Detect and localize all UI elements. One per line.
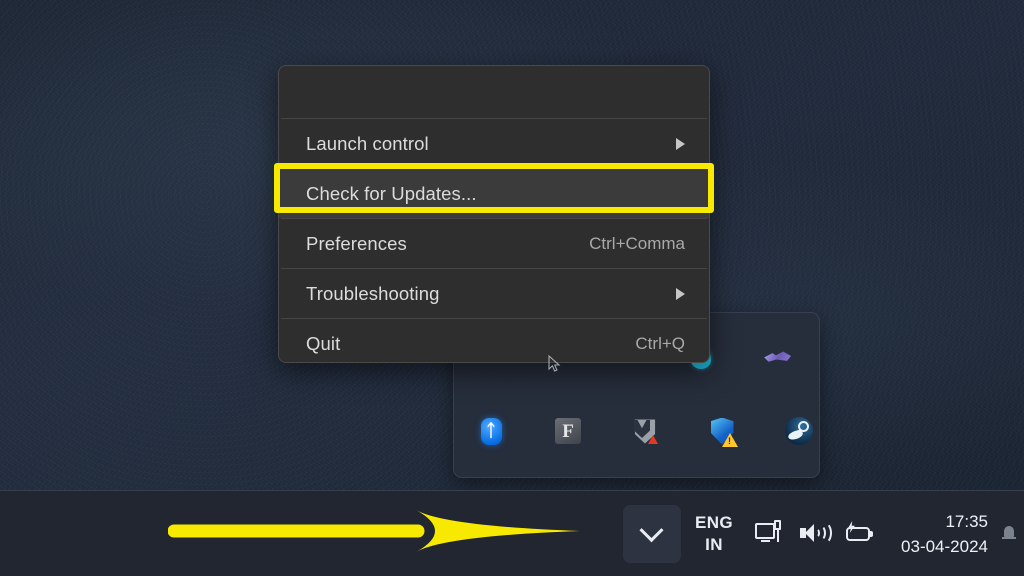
mouse-cursor-icon bbox=[548, 355, 561, 372]
context-menu-header bbox=[279, 66, 709, 118]
chevron-right-icon bbox=[676, 287, 685, 300]
fancontrol-f-icon: F bbox=[555, 418, 581, 444]
screen: ᛏ F Launch cont bbox=[0, 0, 1024, 576]
chevron-down-icon bbox=[639, 517, 665, 542]
clock-date: 03-04-2024 bbox=[901, 537, 988, 556]
menu-item-quit[interactable]: Quit Ctrl+Q bbox=[279, 319, 709, 362]
chevron-right-icon bbox=[676, 137, 685, 150]
taskbar-status-icons bbox=[755, 520, 875, 548]
menu-item-label: Preferences bbox=[306, 232, 407, 254]
menu-item-label: Quit bbox=[306, 332, 341, 354]
bell-base-shape bbox=[1002, 537, 1016, 540]
steam-icon bbox=[785, 417, 813, 445]
network-icon[interactable] bbox=[755, 520, 785, 548]
language-line-1: ENG bbox=[694, 513, 734, 532]
menu-item-launch-control[interactable]: Launch control bbox=[279, 119, 709, 168]
menu-item-check-for-updates[interactable]: Check for Updates... bbox=[279, 169, 709, 218]
volume-icon[interactable] bbox=[800, 520, 833, 548]
fancontrol-tray-icon[interactable]: F bbox=[553, 416, 583, 446]
menu-item-preferences[interactable]: Preferences Ctrl+Comma bbox=[279, 219, 709, 268]
bluetooth-icon: ᛏ bbox=[480, 417, 502, 445]
show-hidden-icons-button[interactable] bbox=[622, 505, 681, 563]
bell-body-shape bbox=[1004, 526, 1014, 537]
windows-security-tray-icon[interactable] bbox=[707, 416, 738, 447]
battery-body-shape bbox=[846, 527, 871, 541]
clock-time: 17:35 bbox=[945, 512, 988, 531]
monitor-shape bbox=[755, 523, 776, 539]
purple-blob-icon bbox=[764, 351, 791, 362]
menu-item-label: Check for Updates... bbox=[306, 182, 477, 204]
clock[interactable]: 17:35 03-04-2024 bbox=[901, 509, 988, 559]
menu-item-label: Troubleshooting bbox=[306, 282, 440, 304]
steam-icon-ring bbox=[798, 421, 809, 432]
purple-tray-icon[interactable] bbox=[762, 342, 792, 372]
tray-flyout-row-bottom: ᛏ F bbox=[454, 401, 821, 461]
menu-item-shortcut: Ctrl+Comma bbox=[589, 233, 685, 253]
sound-wave-3 bbox=[817, 522, 833, 544]
menu-item-troubleshooting[interactable]: Troubleshooting bbox=[279, 269, 709, 318]
ethernet-cable-shape bbox=[776, 530, 779, 542]
taskbar-system-tray: ENG IN 17:35 03-04-2024 bbox=[622, 491, 1024, 576]
tray-app-context-menu[interactable]: Launch control Check for Updates... Pref… bbox=[278, 65, 710, 363]
ethernet-plug-shape bbox=[774, 520, 782, 530]
language-indicator[interactable]: ENG IN bbox=[695, 512, 733, 556]
monitor-stand-shape bbox=[761, 540, 771, 543]
steam-tray-icon[interactable] bbox=[784, 416, 814, 446]
yellow-pointer-arrow bbox=[168, 510, 580, 552]
notification-bell-icon[interactable] bbox=[1002, 523, 1016, 545]
battery-tip-shape bbox=[870, 531, 874, 537]
language-line-2: IN bbox=[705, 535, 723, 554]
malwarebytes-alert-triangle-icon bbox=[648, 435, 658, 444]
menu-item-label: Launch control bbox=[306, 132, 429, 154]
warning-triangle-icon bbox=[722, 433, 738, 447]
battery-icon[interactable] bbox=[845, 520, 875, 548]
malwarebytes-tray-icon[interactable] bbox=[630, 416, 660, 446]
menu-item-shortcut: Ctrl+Q bbox=[635, 333, 685, 353]
bluetooth-tray-icon[interactable]: ᛏ bbox=[476, 416, 506, 446]
